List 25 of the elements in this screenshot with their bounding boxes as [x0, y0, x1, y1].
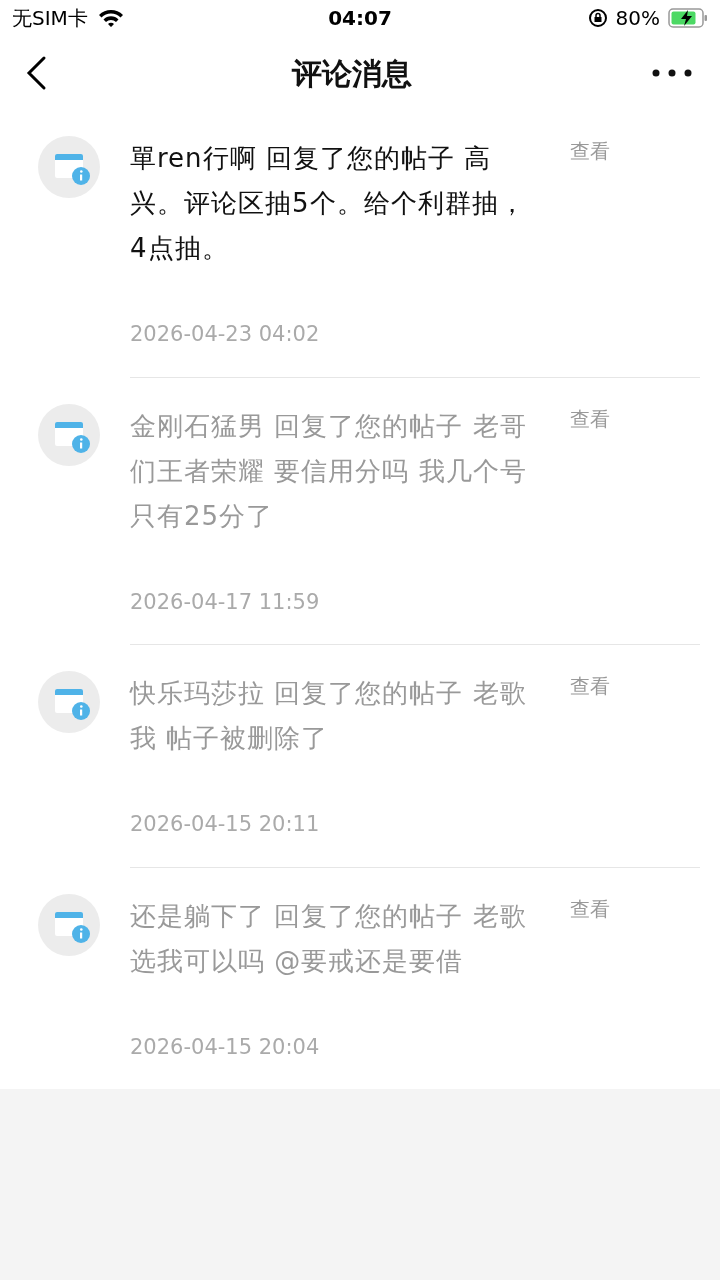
- view-link[interactable]: 查看: [570, 136, 610, 166]
- more-icon: [652, 69, 692, 77]
- timestamp-text: 2026-04-15 20:11: [130, 811, 321, 838]
- message-text: 單ren行啊 回复了您的帖子 高兴。评论区抽5个。给个利群抽，4点抽。: [130, 142, 527, 265]
- back-icon: [24, 55, 48, 91]
- message-text: 还是躺下了 回复了您的帖子 老歌选我可以吗 @要戒还是要借: [130, 899, 528, 978]
- message-text: 快乐玛莎拉 回复了您的帖子 老歌我 帖子被删除了: [130, 677, 528, 755]
- notification-icon: [38, 136, 100, 198]
- wifi-icon: [97, 8, 124, 28]
- view-link[interactable]: 查看: [570, 893, 610, 924]
- notification-icon: [38, 893, 100, 956]
- carrier-text: 无SIM卡: [12, 5, 88, 32]
- message-text: 金刚石猛男 回复了您的帖子 老哥们王者荣耀 要信用分吗 我几个号只有25分了: [130, 409, 528, 533]
- notification-icon: [38, 671, 100, 733]
- view-link[interactable]: 查看: [570, 403, 610, 434]
- timestamp-text: 2026-04-17 11:59: [130, 588, 321, 616]
- battery-charging-icon: [668, 8, 708, 28]
- notification-icon: [38, 403, 100, 466]
- timestamp-text: 2026-04-23 04:02: [130, 321, 321, 348]
- view-link[interactable]: 查看: [570, 671, 610, 701]
- timestamp-text: 2026-04-15 20:04: [130, 1033, 321, 1061]
- page-title: 评论消息: [292, 54, 412, 93]
- rotation-lock-icon: [587, 8, 608, 28]
- clock-text: 04:07: [328, 5, 392, 32]
- battery-percent-text: 80%: [615, 5, 660, 32]
